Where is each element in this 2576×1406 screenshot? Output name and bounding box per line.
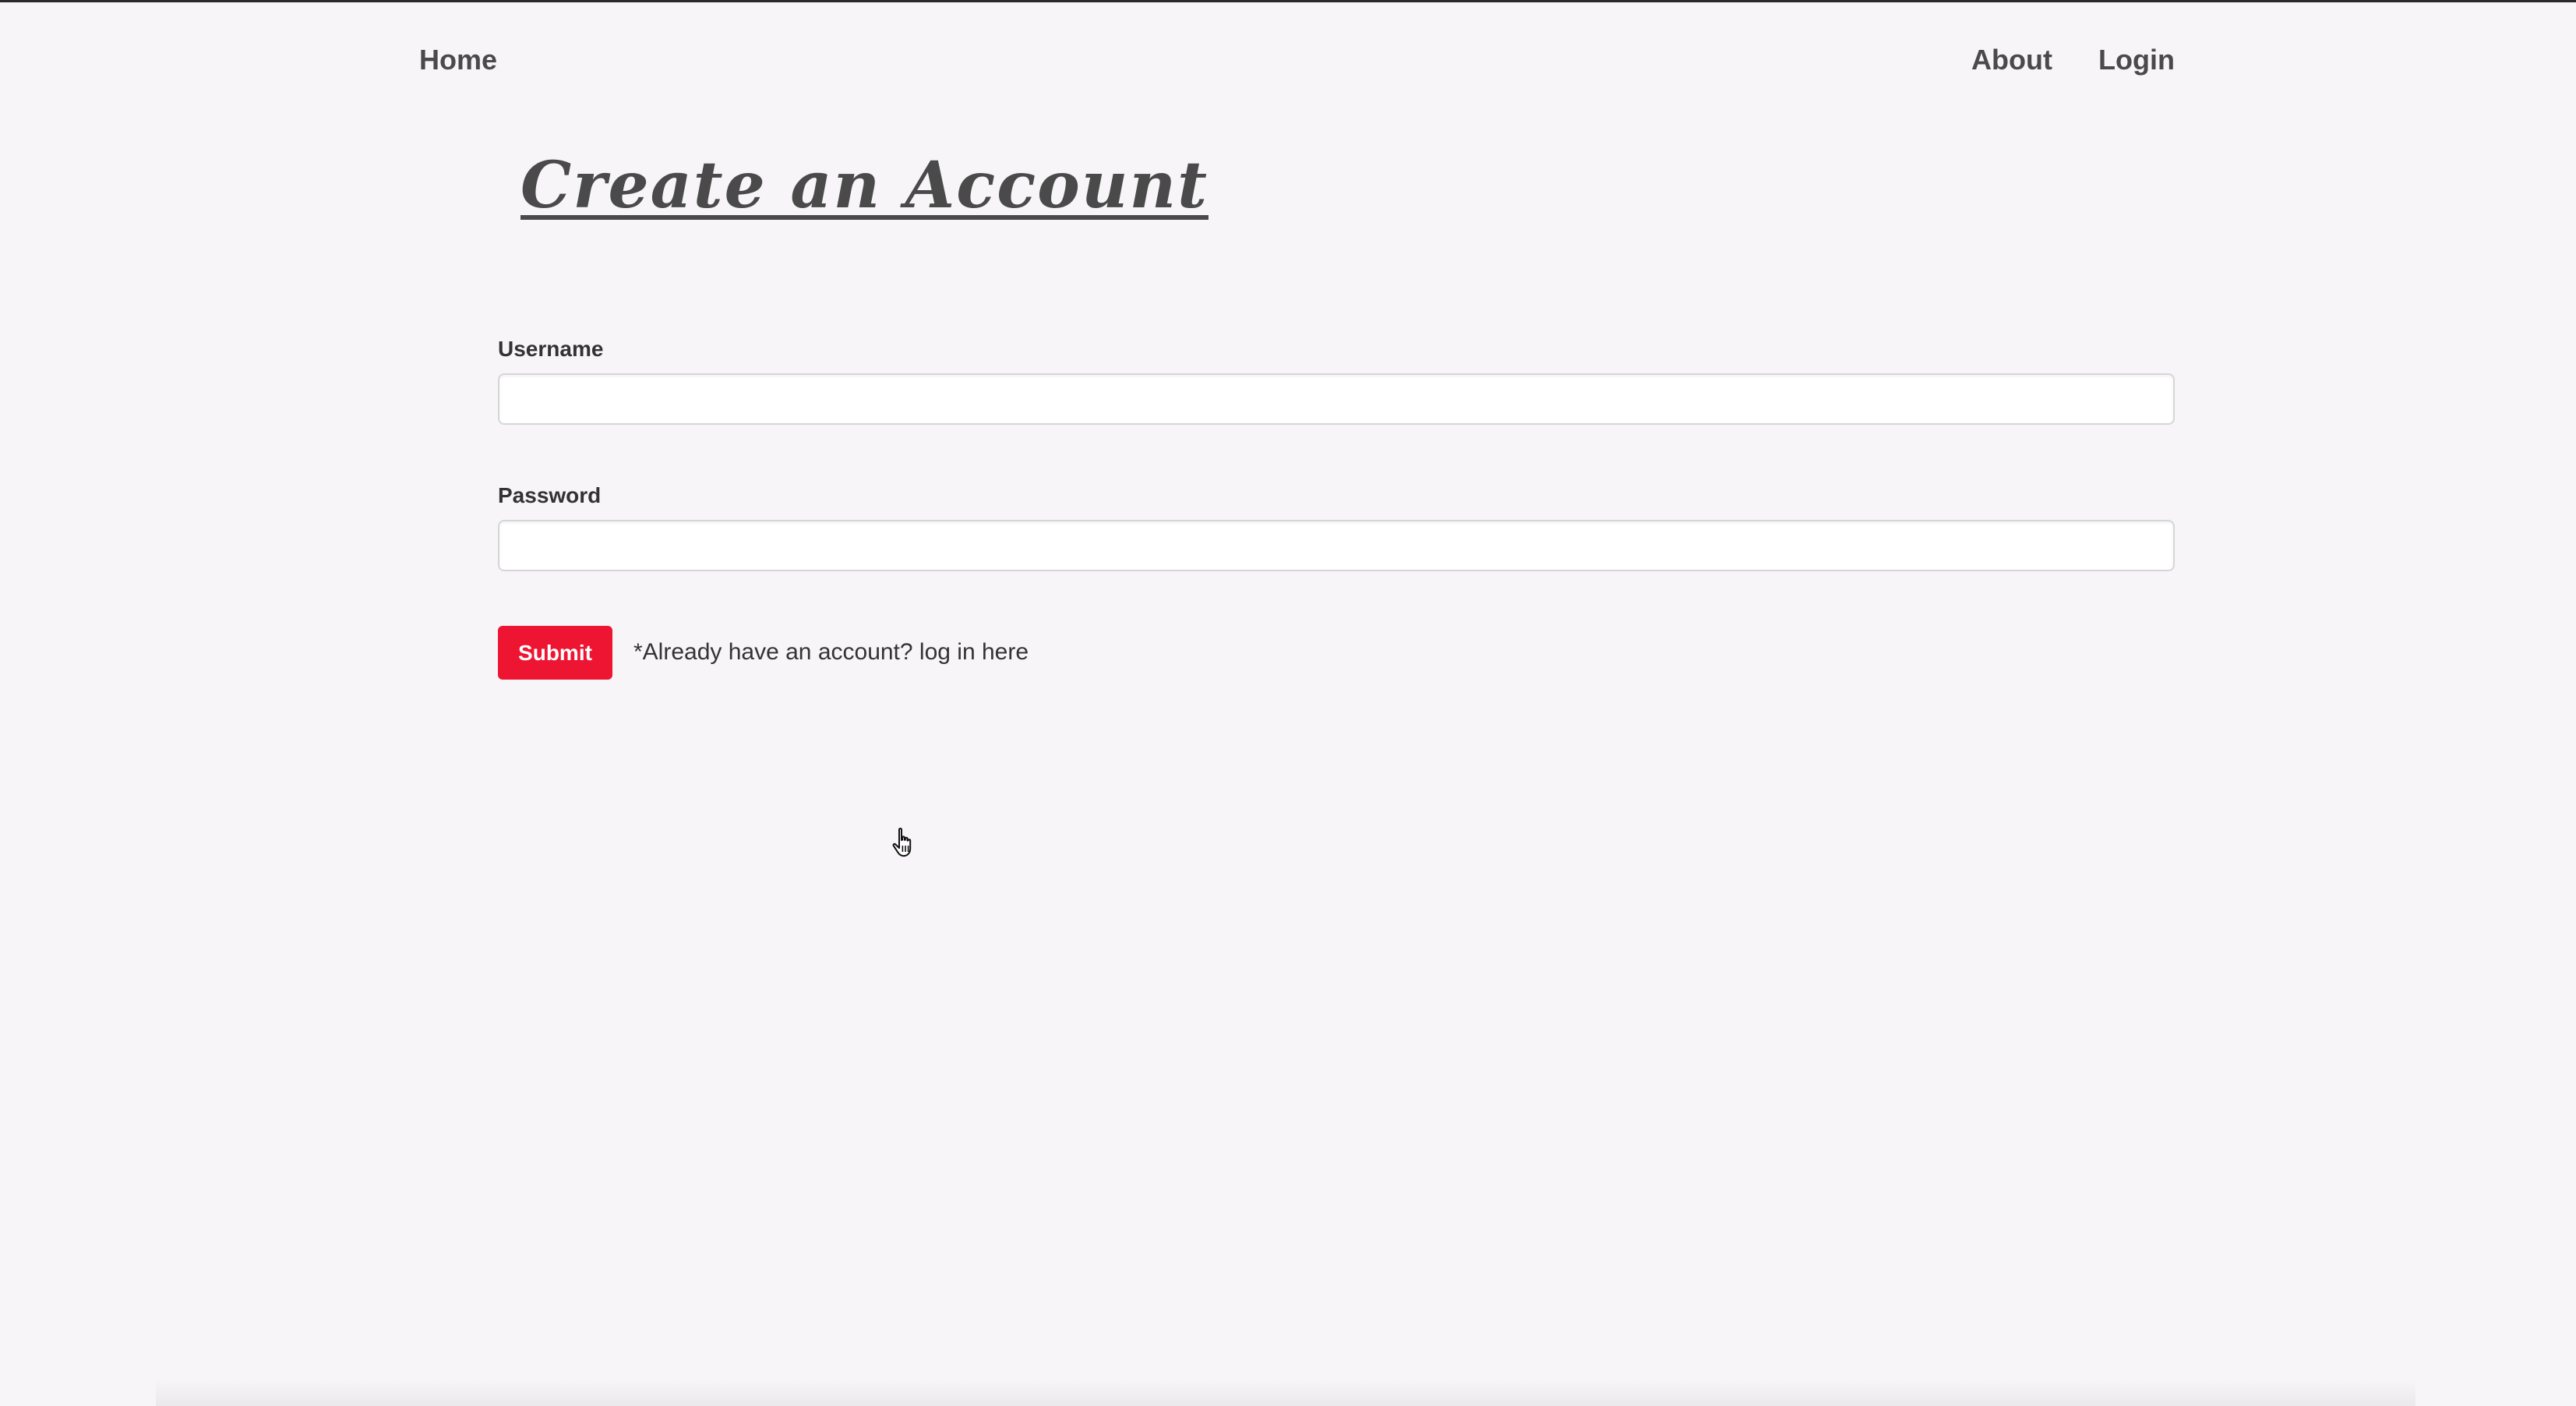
login-hint-text: *Already have an account? <box>633 639 919 665</box>
login-here-link[interactable]: log in here <box>919 639 1029 665</box>
submit-button[interactable]: Submit <box>498 626 612 680</box>
password-label: Password <box>498 483 602 507</box>
nav-login-link[interactable]: Login <box>2098 44 2175 76</box>
nav-home-link[interactable]: Home <box>419 44 497 76</box>
hand-pointer-icon <box>892 828 912 857</box>
page-title: Create an Account <box>520 148 1209 223</box>
navbar: Home About Login <box>0 0 2576 125</box>
bottom-edge-shadow <box>156 1380 2415 1406</box>
username-input[interactable] <box>498 373 2175 425</box>
username-label: Username <box>498 337 604 361</box>
password-input[interactable] <box>498 520 2175 571</box>
nav-about-link[interactable]: About <box>1971 44 2052 76</box>
login-hint: *Already have an account? log in here <box>633 639 1029 666</box>
